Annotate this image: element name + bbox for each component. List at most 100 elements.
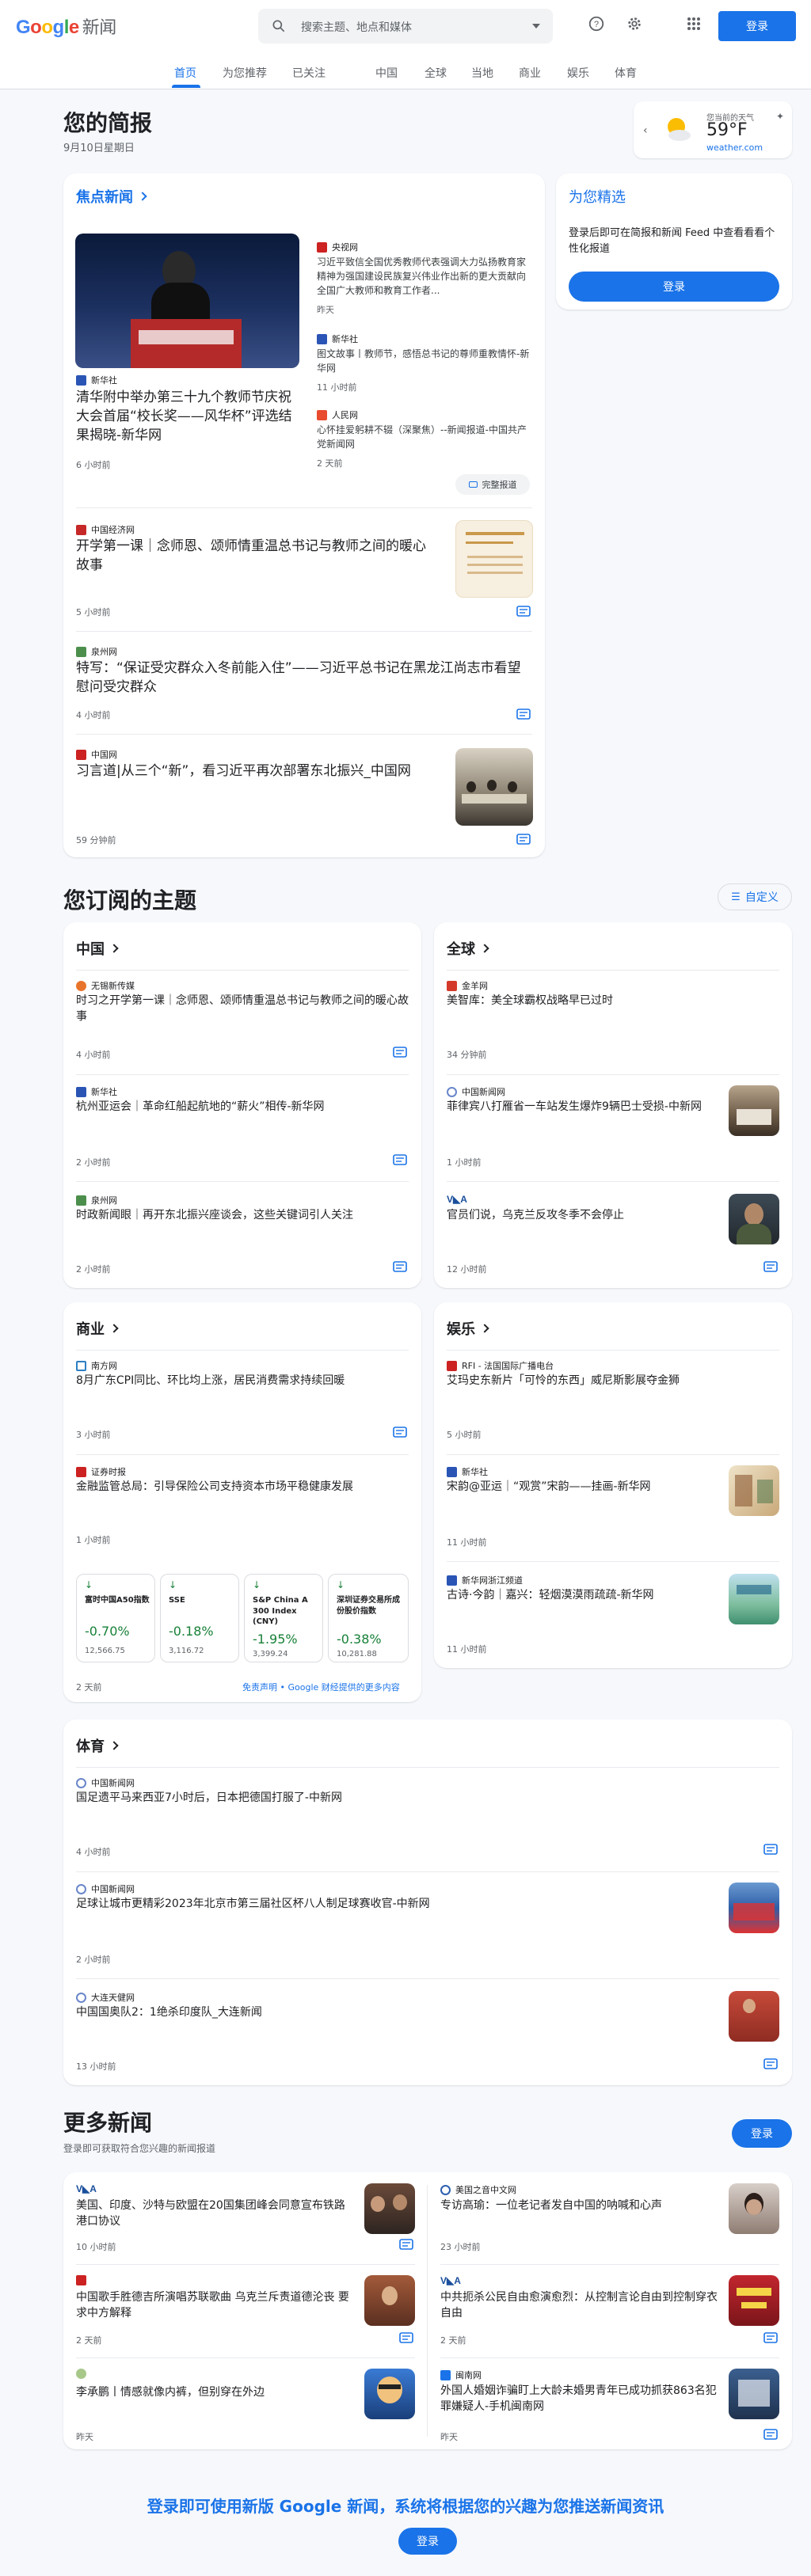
weather-source[interactable]: weather.com [706, 142, 763, 153]
story-title[interactable]: 宋韵@亚运｜“观赏”宋韵——挂画-新华网 [447, 1479, 716, 1495]
story-thumbnail[interactable] [455, 748, 533, 826]
story-thumbnail[interactable] [729, 1574, 779, 1624]
story-title[interactable]: 中国歌手胜德吉所演唱苏联歌曲 乌克兰斥责道德沦丧 要求中方解释 [76, 2289, 353, 2322]
story-source[interactable]: V◣A [76, 2183, 97, 2194]
help-icon[interactable]: ? [582, 9, 611, 38]
story-thumbnail[interactable] [364, 2369, 415, 2419]
story-source[interactable]: V◣A [440, 2275, 461, 2286]
story-title[interactable]: 特写：“保证受灾群众入冬前能入住”——习近平总书记在黑龙江尚志市看望慰问受灾群众 [76, 659, 532, 697]
story-source[interactable]: 中国网 [76, 748, 117, 761]
tab-following[interactable]: 已关注 [292, 65, 326, 81]
story-source[interactable]: 新华社 [447, 1465, 488, 1478]
story-source[interactable]: V◣A [447, 1194, 467, 1205]
story-thumbnail[interactable] [364, 2275, 415, 2326]
story-thumbnail[interactable] [729, 2369, 779, 2419]
story-thumbnail[interactable] [729, 1194, 779, 1244]
tab-world[interactable]: 全球 [425, 65, 447, 81]
story-source[interactable] [76, 2275, 86, 2285]
coverage-icon[interactable] [393, 1154, 407, 1165]
story-thumbnail[interactable] [729, 1465, 779, 1516]
story-title[interactable]: 时习之开学第一课｜念师恩、颂师情重温总书记与教师之间的暖心故事 [76, 993, 409, 1025]
coverage-icon[interactable] [399, 2239, 413, 2250]
story-source[interactable]: 中国新闻网 [76, 1776, 135, 1789]
story-title[interactable]: 艾玛史东新片「可怜的东西」威尼斯影展夺金狮 [447, 1373, 779, 1389]
topic-heading[interactable]: 全球 [447, 938, 489, 959]
coverage-icon[interactable] [393, 1047, 407, 1058]
tab-sports[interactable]: 体育 [615, 65, 637, 81]
topic-heading[interactable]: 体育 [76, 1735, 119, 1756]
story-title[interactable]: 菲律宾八打雁省一车站发生爆炸9辆巴士受损-中新网 [447, 1099, 716, 1115]
footer-sign-in-button[interactable]: 登录 [398, 2528, 457, 2555]
story-thumbnail[interactable] [729, 2275, 779, 2326]
story-source[interactable]: 中国新闻网 [76, 1883, 135, 1895]
tab-entertainment[interactable]: 娱乐 [567, 65, 589, 81]
coverage-icon[interactable] [516, 606, 531, 617]
story-title[interactable]: 专访高瑜：一位老记者发自中国的呐喊和心声 [440, 2198, 718, 2213]
top-stories-heading[interactable]: 焦点新闻 [76, 186, 147, 207]
topic-heading[interactable]: 商业 [76, 1318, 119, 1339]
side-story-title[interactable]: 习近平致信全国优秀教师代表强调大力弘扬教育家精神为强国建设民族复兴伟业作出新的更… [317, 255, 531, 298]
story-source[interactable]: 新华网浙江频道 [447, 1574, 523, 1586]
side-story-source[interactable]: 新华社 [317, 332, 358, 345]
chevron-left-icon[interactable]: ‹ [643, 124, 648, 137]
main-story-image[interactable] [75, 234, 299, 368]
story-thumbnail[interactable] [729, 1883, 779, 1933]
customize-button[interactable]: ☰ 自定义 [718, 883, 792, 910]
story-title[interactable]: 国足遗平马来西亚7小时后，日本把德国打服了-中新网 [76, 1790, 710, 1806]
stock-ticker[interactable]: ↓ S&P China A 300 Index (CNY) -1.95% 3,3… [244, 1574, 323, 1662]
tab-china[interactable]: 中国 [375, 65, 398, 81]
story-source[interactable]: 中国经济网 [76, 523, 135, 536]
story-source[interactable]: 金羊网 [447, 979, 488, 992]
tab-for-you[interactable]: 为您推荐 [223, 65, 267, 81]
story-source[interactable]: 闽南网 [440, 2369, 482, 2381]
story-thumbnail[interactable] [729, 1085, 779, 1136]
gear-icon[interactable] [620, 9, 649, 38]
story-source[interactable]: 南方网 [76, 1359, 117, 1372]
story-title[interactable]: 金融监管总局：引导保险公司支持资本市场平稳健康发展 [76, 1479, 409, 1495]
story-title[interactable]: 足球让城市更精彩2023年北京市第三届社区杯八人制足球赛收官-中新网 [76, 1896, 710, 1912]
expand-icon[interactable]: ✦ [776, 111, 784, 122]
story-source[interactable]: 泉州网 [76, 645, 117, 658]
story-title[interactable]: 古诗·今韵｜嘉兴：轻烟漠漠雨疏疏-新华网 [447, 1587, 716, 1603]
coverage-icon[interactable] [516, 834, 531, 845]
story-title[interactable]: 时政新闻眼｜再开东北振兴座谈会，这些关键词引人关注 [76, 1207, 409, 1223]
apps-grid-icon[interactable] [680, 9, 708, 38]
topic-heading[interactable]: 娱乐 [447, 1318, 489, 1339]
stock-ticker[interactable]: ↓ SSE -0.18% 3,116.72 [160, 1574, 239, 1662]
stock-ticker[interactable]: ↓ 深圳证券交易所成份股价指数 -0.38% 10,281.88 [328, 1574, 409, 1662]
coverage-icon[interactable] [763, 2058, 778, 2069]
story-title[interactable]: 开学第一课｜念师恩、颂师情重温总书记与教师之间的暖心故事 [76, 538, 432, 576]
coverage-icon[interactable] [763, 1261, 778, 1272]
story-title[interactable]: 李承鹏丨情感就像内裤，但别穿在外边 [76, 2384, 353, 2400]
stock-ticker[interactable]: ↓ 富时中国A50指数 -0.70% 12,566.75 [76, 1574, 155, 1662]
story-title[interactable]: 习言道|从三个“新”，看习近平再次部署东北振兴_中国网 [76, 762, 432, 781]
story-source[interactable]: 大连天健网 [76, 1991, 135, 2004]
coverage-icon[interactable] [516, 709, 531, 720]
coverage-icon[interactable] [399, 2332, 413, 2343]
story-title[interactable]: 中共扼杀公民自由愈演愈烈：从控制言论自由到控制穿衣自由 [440, 2289, 718, 2322]
main-story-title[interactable]: 清华附中举办第三十九个教师节庆祝大会首届“校长奖——风华杯”评选结果揭晓-新华网 [76, 389, 302, 445]
story-title[interactable]: 美国、印度、沙特与欧盟在20国集团峰会同意宣布铁路港口协议 [76, 2198, 353, 2230]
google-news-logo[interactable]: Google 新闻 [16, 13, 116, 39]
coverage-icon[interactable] [763, 2332, 778, 2343]
weather-card[interactable]: ‹ 您当前的天气 59°F weather.com ✦ [634, 101, 792, 158]
coverage-icon[interactable] [763, 2429, 778, 2440]
story-source[interactable]: 新华社 [76, 1085, 117, 1098]
story-source[interactable]: 中国新闻网 [447, 1085, 505, 1098]
coverage-icon[interactable] [393, 1427, 407, 1438]
story-source[interactable] [76, 2369, 86, 2379]
story-thumbnail[interactable] [455, 520, 533, 598]
more-news-sign-in-button[interactable]: 登录 [732, 2119, 792, 2148]
tab-local[interactable]: 当地 [471, 65, 493, 81]
story-source[interactable]: 无锡新传媒 [76, 979, 135, 992]
picks-sign-in-button[interactable]: 登录 [569, 272, 779, 302]
tab-business[interactable]: 商业 [519, 65, 541, 81]
story-thumbnail[interactable] [729, 2183, 779, 2234]
story-source[interactable]: 泉州网 [76, 1194, 117, 1206]
full-coverage-button[interactable]: 完整报道 [455, 474, 530, 495]
side-story-title[interactable]: 心怀挂爱躬耕不辍（深聚焦）--新闻报道-中国共产党新闻网 [317, 423, 531, 451]
story-title[interactable]: 8月广东CPI同比、环比均上涨，居民消费需求持续回暖 [76, 1373, 409, 1389]
coverage-icon[interactable] [393, 1261, 407, 1272]
story-source[interactable]: RFI - 法国国际广播电台 [447, 1359, 554, 1372]
story-thumbnail[interactable] [364, 2183, 415, 2234]
